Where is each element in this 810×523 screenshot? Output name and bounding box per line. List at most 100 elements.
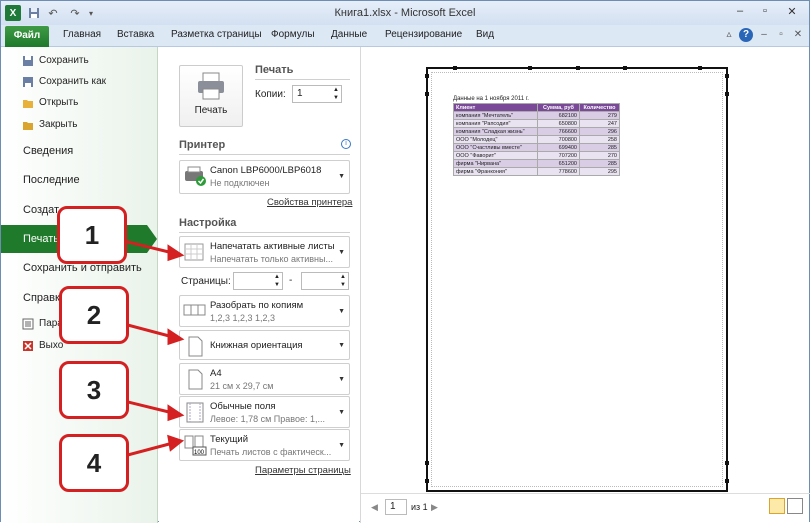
table-row: компания "Мечтатель" 682100 279 (453, 111, 620, 120)
margin-handle[interactable] (725, 92, 729, 96)
margin-handle[interactable] (453, 66, 457, 70)
table-cell: фирма "Нирвана" (453, 159, 538, 168)
table-cell: 258 (579, 135, 620, 144)
orientation-dropdown[interactable]: Книжная ориентация ▼ (179, 330, 350, 360)
table-cell: 650800 (537, 119, 580, 128)
margin-handle[interactable] (425, 461, 429, 465)
pages-from-input[interactable]: ▲ ▼ (233, 272, 283, 290)
tab-page-layout[interactable]: Разметка страницы (171, 29, 262, 40)
margin-handle[interactable] (725, 74, 729, 78)
tab-data[interactable]: Данные (331, 29, 367, 40)
tab-home[interactable]: Главная (63, 29, 101, 40)
margin-handle[interactable] (725, 479, 729, 483)
column-header: Клиент (453, 103, 538, 112)
margin-handle[interactable] (623, 66, 627, 70)
printer-dropdown[interactable]: Canon LBP6000/LBP6018 Не подключен ▼ (179, 160, 350, 194)
menu-save-as[interactable]: Сохранить как (1, 72, 158, 92)
chevron-down-icon: ▼ (338, 342, 345, 349)
table-cell: 700800 (537, 135, 580, 144)
settings-header: Настройка (179, 217, 237, 229)
table-cell: 279 (579, 111, 620, 120)
menu-save-as-label: Сохранить как (39, 76, 107, 87)
page-number-input[interactable]: 1 (385, 499, 407, 515)
copies-spinner[interactable]: ▲ ▼ (333, 86, 339, 102)
menu-recent[interactable]: Последние (1, 166, 158, 194)
scaling-subtitle: Печать листов с фактическ... (210, 447, 332, 457)
maximize-icon[interactable]: ▫ (754, 5, 776, 20)
pages-label: Страницы: (181, 276, 231, 287)
table-cell: компания "Рапсодия" (453, 119, 538, 128)
margin-handle[interactable] (698, 66, 702, 70)
pages-to-spinner[interactable]: ▲ ▼ (340, 273, 346, 289)
menu-info[interactable]: Сведения (1, 137, 158, 165)
menu-save[interactable]: Сохранить (1, 51, 158, 71)
table-row: фирма "Франкония" 778600 295 (453, 167, 620, 176)
chevron-down-icon: ▼ (338, 409, 345, 416)
next-page-icon[interactable]: ▶ (431, 502, 438, 513)
workbook-minimize-icon[interactable]: – (757, 28, 771, 42)
portrait-page-icon (188, 336, 203, 357)
table-cell: компания "Сладкая жизнь" (453, 127, 538, 136)
menu-close-label: Закрыть (39, 119, 78, 130)
margin-handle[interactable] (425, 92, 429, 96)
print-button[interactable]: Печать (179, 65, 243, 127)
prev-page-icon[interactable]: ◀ (371, 502, 378, 513)
collate-icon (183, 304, 206, 316)
table-cell: 682100 (537, 111, 580, 120)
scaling-title: Текущий (210, 434, 248, 445)
save-as-icon (23, 77, 33, 87)
paper-size-dropdown[interactable]: A4 21 см x 29,7 см ▼ (179, 363, 350, 395)
pages-to-input[interactable]: ▲ ▼ (301, 272, 349, 290)
workbook-restore-icon[interactable]: ▫ (774, 28, 788, 42)
ribbon-tab-bar: Файл Главная Вставка Разметка страницы Ф… (1, 25, 809, 47)
page-setup-link[interactable]: Параметры страницы (255, 465, 351, 476)
table-row: ООО "Счастливы вместе" 699400 285 (453, 143, 620, 152)
scaling-dropdown[interactable]: 100 Текущий Печать листов с фактическ...… (179, 429, 350, 461)
margin-handle[interactable] (528, 66, 532, 70)
menu-open-label: Открыть (39, 97, 79, 108)
sheets-icon (184, 243, 204, 261)
table-cell: 651200 (537, 159, 580, 168)
options-icon (22, 318, 34, 330)
printer-icon (198, 72, 224, 100)
info-icon[interactable]: i (341, 139, 351, 149)
margin-handle[interactable] (725, 461, 729, 465)
margin-handle[interactable] (425, 479, 429, 483)
table-row: ООО "Молодец" 700800 258 (453, 135, 620, 144)
pages-from-spinner[interactable]: ▲ ▼ (274, 273, 280, 289)
minimize-icon[interactable]: – (729, 5, 751, 20)
print-what-title: Напечатать активные листы (210, 241, 335, 252)
print-what-subtitle: Напечатать только активны... (210, 254, 333, 264)
copies-input[interactable]: 1 ▲ ▼ (292, 85, 342, 103)
collate-dropdown[interactable]: Разобрать по копиям 1,2,3 1,2,3 1,2,3 ▼ (179, 295, 350, 327)
tab-formulas[interactable]: Формулы (271, 29, 315, 40)
table-cell: 285 (579, 159, 620, 168)
menu-open[interactable]: Открыть (1, 93, 158, 113)
table-cell: компания "Мечтатель" (453, 111, 538, 120)
copies-value: 1 (297, 88, 303, 99)
help-icon[interactable]: ? (739, 28, 753, 42)
tab-file[interactable]: Файл (5, 26, 49, 47)
zoom-to-page-icon[interactable] (787, 498, 803, 514)
divider (179, 154, 350, 155)
print-what-dropdown[interactable]: Напечатать активные листы Напечатать тол… (179, 236, 350, 268)
preview-navigation-bar: ◀ 1 из 1 ▶ (361, 493, 810, 521)
menu-close[interactable]: Закрыть (1, 115, 158, 135)
tab-review[interactable]: Рецензирование (385, 29, 462, 40)
workbook-close-icon[interactable]: ✕ (791, 28, 805, 42)
printer-name: Canon LBP6000/LBP6018 (210, 165, 322, 176)
close-icon[interactable]: ✕ (781, 5, 803, 20)
tab-insert[interactable]: Вставка (117, 29, 154, 40)
printer-properties-link[interactable]: Свойства принтера (267, 197, 352, 208)
chevron-down-icon: ▼ (338, 442, 345, 449)
ribbon-collapse-icon[interactable]: ▵ (722, 28, 736, 42)
tab-view[interactable]: Вид (476, 29, 494, 40)
margin-handle[interactable] (576, 66, 580, 70)
table-cell: 766600 (537, 127, 580, 136)
show-margins-icon[interactable] (769, 498, 785, 514)
print-button-label: Печать (194, 105, 228, 116)
margins-dropdown[interactable]: Обычные поля Левое: 1,78 см Правое: 1,..… (179, 396, 350, 428)
orientation-title: Книжная ориентация (210, 340, 303, 351)
margin-handle[interactable] (425, 74, 429, 78)
chevron-down-icon: ▼ (338, 249, 345, 256)
